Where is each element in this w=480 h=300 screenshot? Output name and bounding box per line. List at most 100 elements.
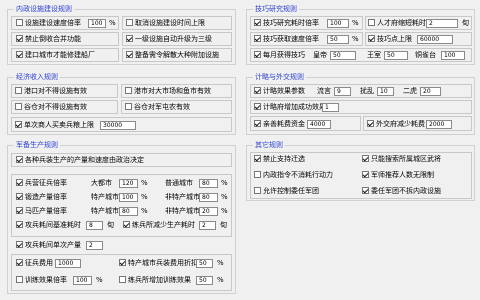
conscription-cost-input[interactable]: 1000: [55, 259, 81, 268]
checkbox-indicator: [362, 187, 369, 194]
metropolis-input[interactable]: 120: [119, 179, 138, 188]
disband-facility-checkbox[interactable]: 整备需令解散大种附加设施: [126, 51, 219, 60]
checkbox-indicator: [367, 120, 374, 127]
port-shipyard-checkbox[interactable]: 建口城市才能修建船厂: [16, 51, 95, 60]
merchant-limit-input[interactable]: 30000: [100, 121, 136, 130]
no-merge-checkbox[interactable]: 禁止倒收合并功能: [16, 35, 81, 44]
checkbox-indicator: [16, 51, 23, 58]
conscription-rate-checkbox[interactable]: 兵营征兵倍率: [16, 179, 67, 188]
group-title: 其它规则: [253, 141, 285, 150]
granary-farm-checkbox[interactable]: 谷仓对军屯农有效: [125, 103, 190, 112]
research-time-input[interactable]: 100: [327, 19, 349, 28]
politics-production-checkbox[interactable]: 各种兵装生产的产量和速度由政治决定: [16, 156, 144, 165]
granary-facility-checkbox[interactable]: 谷仓对不得设施有效: [15, 103, 87, 112]
specialty-discount-checkbox[interactable]: 特产城市兵装费用折扣: [119, 259, 198, 268]
siege-base-time-input[interactable]: 8: [86, 221, 103, 230]
group-title: 经济收入规则: [14, 73, 60, 82]
drill-training-checkbox[interactable]: 练兵所增加训练效果: [119, 276, 191, 285]
checkbox-indicator: [254, 19, 261, 26]
royal-input[interactable]: 50: [384, 51, 408, 60]
forge-non-specialty-input[interactable]: 80: [199, 193, 218, 202]
merchant-limit-checkbox[interactable]: 单次商人买卖兵粮上限: [15, 121, 94, 130]
unit-label: 旬: [107, 221, 114, 229]
conscription-cost-checkbox[interactable]: 征兵费用: [16, 259, 53, 268]
strategy-office-input[interactable]: 1: [322, 103, 339, 112]
metropolis-label: 大都市: [91, 179, 112, 187]
checkbox-indicator: [254, 120, 261, 127]
forge-rate-checkbox[interactable]: 锻造产量倍率: [16, 193, 67, 202]
strategy-office-checkbox[interactable]: 计略府增加成功效果: [254, 103, 326, 112]
horse-non-specialty-input[interactable]: 20: [199, 207, 218, 216]
research-time-checkbox[interactable]: 技巧研究耗时倍率: [254, 19, 319, 28]
delegated-keep-facility-checkbox[interactable]: 委任军团不拆内政设施: [362, 187, 441, 196]
goodwill-cost-checkbox[interactable]: 亲善耗费资金: [254, 120, 305, 129]
port-market-checkbox[interactable]: 港市对大市场和鱼市有效: [125, 87, 211, 96]
group-title: 军备生产规则: [14, 141, 60, 150]
checkbox-indicator: [362, 155, 369, 162]
training-rate-input[interactable]: 100: [73, 276, 92, 285]
technique-gain-checkbox[interactable]: 技巧获取速度倍率: [254, 35, 319, 44]
siege-output-input[interactable]: 2: [86, 241, 103, 250]
specialty-city-label: 特产城市: [91, 207, 119, 215]
training-rate-checkbox[interactable]: 训练效果倍率: [16, 276, 67, 285]
drill-training-input[interactable]: 50: [196, 276, 213, 285]
siege-base-time-checkbox[interactable]: 攻兵耗间基准耗时: [16, 221, 81, 230]
checkbox-indicator: [16, 221, 23, 228]
diplomacy-office-checkbox[interactable]: 外交府减少耗费: [367, 120, 425, 129]
forge-specialty-input[interactable]: 100: [119, 193, 138, 202]
strategy-diplomacy-group: 计略与外交规则 计略效果参数 流言 9 扰乱 10 二虎 20 计略府增加成功效…: [246, 73, 475, 135]
technique-gain-input[interactable]: 50: [327, 35, 349, 44]
group-title: 计略与外交规则: [253, 73, 306, 82]
drill-reduce-time-checkbox[interactable]: 练兵所减少生产耗时: [123, 221, 195, 230]
goodwill-cost-input[interactable]: 4000: [307, 120, 331, 129]
unit-label: %: [141, 179, 148, 187]
group-title: 技巧研究规则: [253, 5, 299, 14]
diplomacy-office-input[interactable]: 2000: [426, 120, 452, 129]
no-migration-checkbox[interactable]: 禁止支持迁选: [254, 155, 305, 164]
monthly-technique-checkbox[interactable]: 每月获得技巧: [254, 51, 305, 60]
unit-label: %: [96, 276, 103, 284]
horse-specialty-input[interactable]: 80: [119, 207, 138, 216]
build-speed-checkbox[interactable]: 设施建设速度倍率: [16, 19, 81, 28]
build-speed-input[interactable]: 100: [88, 19, 106, 28]
military-production-group: 军备生产规则 各种兵装生产的产量和速度由政治决定 兵营征兵倍率 大都市 120 …: [7, 141, 236, 294]
disrupt-input[interactable]: 10: [377, 87, 394, 96]
checkbox-indicator: [16, 35, 23, 42]
rumor-label: 流言: [317, 87, 331, 95]
checkbox-indicator: [126, 51, 133, 58]
technique-cap-input[interactable]: 60000: [417, 35, 453, 44]
technique-cap-checkbox[interactable]: 技巧点上限: [368, 35, 412, 44]
rumor-input[interactable]: 9: [334, 87, 351, 96]
talent-office-checkbox[interactable]: 人才府缩短耗时: [368, 19, 426, 28]
checkbox-indicator: [254, 103, 261, 110]
tongque-input[interactable]: 100: [441, 51, 465, 60]
remove-time-limit-checkbox[interactable]: 取消设施建设时间上限: [126, 19, 205, 28]
unit-label: 旬: [462, 19, 469, 27]
strategy-param-checkbox[interactable]: 计略效果参数: [254, 87, 305, 96]
port-facility-checkbox[interactable]: 港口对不得设施有效: [15, 87, 87, 96]
control-delegated-checkbox[interactable]: 允许控制委任军团: [254, 187, 319, 196]
normal-city-input[interactable]: 80: [199, 179, 218, 188]
drill-reduce-time-input[interactable]: 2: [199, 221, 216, 230]
checkbox-indicator: [16, 241, 23, 248]
checkbox-indicator: [119, 259, 126, 266]
checkbox-indicator: [368, 35, 375, 42]
unit-label: %: [217, 259, 224, 267]
two-tigers-input[interactable]: 20: [420, 87, 441, 96]
horse-rate-checkbox[interactable]: 马匹产量倍率: [16, 207, 67, 216]
advisor-unlimited-checkbox[interactable]: 军师推荐人数无限制: [362, 171, 434, 180]
no-action-cost-checkbox[interactable]: 内政指令不消耗行动力: [254, 171, 333, 180]
unit-label: %: [217, 276, 224, 284]
unit-label: %: [109, 19, 116, 27]
emperor-label: 皇帝: [313, 51, 327, 59]
search-own-city-checkbox[interactable]: 只能搜索所属城区武将: [362, 155, 441, 164]
checkbox-indicator: [15, 103, 22, 110]
emperor-input[interactable]: 50: [330, 51, 356, 60]
talent-office-input[interactable]: 2: [426, 19, 458, 28]
checkbox-indicator: [126, 35, 133, 42]
checkbox-indicator: [126, 19, 133, 26]
auto-upgrade-checkbox[interactable]: 一级设施自动升级为三级: [126, 35, 212, 44]
specialty-city-label: 特产城市: [91, 193, 119, 201]
specialty-discount-input[interactable]: 50: [196, 259, 213, 268]
siege-output-checkbox[interactable]: 攻兵耗间单次产量: [16, 241, 81, 250]
